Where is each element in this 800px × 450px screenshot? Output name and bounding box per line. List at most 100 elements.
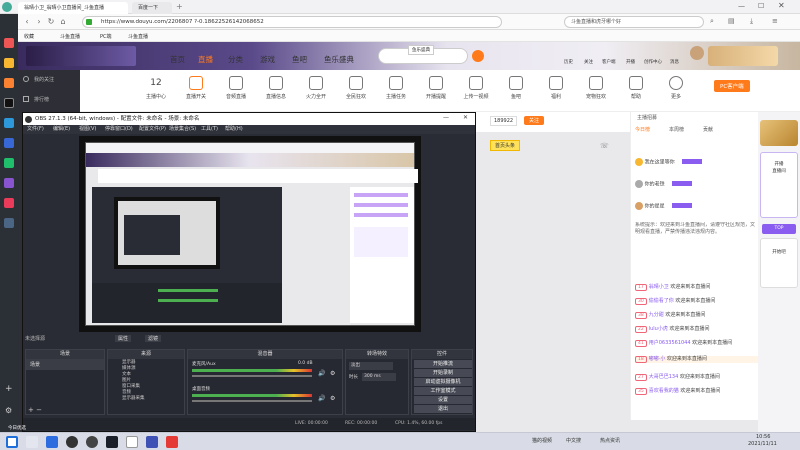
maximize-button[interactable]: ☐ [758, 2, 764, 10]
chat-user[interactable]: 喜欢看我的猫 [649, 388, 679, 394]
duration-input[interactable]: 300 ms [362, 373, 396, 381]
chat-user[interactable]: 偷偷看了你 [649, 298, 674, 304]
cat-item[interactable]: 宠物狂欢 [576, 76, 616, 100]
download-icon[interactable]: ⤓ [750, 17, 753, 26]
app-icon[interactable] [4, 58, 14, 68]
menu-profile[interactable]: 配置文件(P) [139, 125, 166, 134]
browser-logo-icon[interactable] [2, 2, 12, 12]
home-icon[interactable]: ⌂ [58, 17, 68, 27]
sidebar-item-rank[interactable]: 排行榜 [34, 96, 49, 103]
cat-item[interactable]: 更多 [656, 76, 696, 100]
cat-item[interactable]: 音频直播 [216, 76, 256, 100]
start-icon[interactable] [6, 436, 18, 448]
cat-item[interactable]: 开播提醒 [416, 76, 456, 100]
tab-baidu[interactable]: 百度一下 [132, 2, 172, 14]
source-item[interactable]: 显示器采集 [122, 396, 170, 402]
obs-app-icon[interactable] [66, 436, 78, 448]
obs-app-icon[interactable] [86, 436, 98, 448]
bookmark-item[interactable]: PC端 [100, 33, 112, 40]
close-button[interactable]: ✕ [778, 1, 785, 10]
bookmark-item[interactable]: 斗鱼直播 [128, 33, 148, 40]
chat-user[interactable]: 翁晴小卫 [649, 284, 669, 290]
follow-link[interactable]: 关注 [584, 59, 593, 65]
creator-link[interactable]: 创作中心 [644, 59, 662, 65]
app-icon[interactable] [4, 98, 14, 108]
bookmark-item[interactable]: 斗鱼直播 [60, 33, 80, 40]
menu-tools[interactable]: 工具(T) [201, 125, 218, 134]
chat-user[interactable]: 九分甜 [649, 312, 664, 318]
client-link[interactable]: 客户端 [602, 59, 616, 65]
promo-banner[interactable] [708, 46, 778, 66]
nav-category[interactable]: 分类 [228, 54, 243, 65]
menu-icon[interactable]: ≡ [772, 17, 778, 25]
douyu-app-icon[interactable] [166, 436, 178, 448]
speaker-icon[interactable]: 🔊 [318, 370, 325, 377]
nav-game[interactable]: 游戏 [260, 54, 275, 65]
gear-icon[interactable]: ⚙ [330, 370, 335, 377]
app-icon[interactable] [126, 436, 138, 448]
settings-icon[interactable]: ⚙ [5, 406, 12, 415]
cat-item[interactable]: 鱼吧 [496, 76, 536, 100]
exit-button[interactable]: 退出 [414, 405, 472, 413]
avatar[interactable] [690, 46, 704, 60]
douyu-logo-icon[interactable] [26, 46, 136, 66]
start-recording-button[interactable]: 开始录制 [414, 369, 472, 377]
tab-douyu[interactable]: 翁晴小卫_翁晴小卫直播间_斗鱼直播 [18, 2, 128, 14]
speaker-icon[interactable]: 🔊 [318, 395, 325, 402]
bookmark-item[interactable]: 收藏 [24, 33, 34, 40]
app-icon[interactable] [4, 178, 14, 188]
app-icon[interactable] [146, 436, 158, 448]
nav-yuba[interactable]: 鱼吧 [292, 54, 307, 65]
pc-client-button[interactable]: PC客户端 [714, 80, 750, 92]
minimize-button[interactable]: — [738, 2, 745, 10]
message-link[interactable]: 消息 [670, 59, 679, 65]
app-icon[interactable] [4, 118, 14, 128]
menu-edit[interactable]: 编辑(E) [53, 125, 70, 134]
scene-item[interactable]: 场景 [26, 359, 104, 370]
tray-item[interactable]: 中文搜 [566, 437, 581, 444]
tab-week[interactable]: 本周榜 [669, 126, 684, 133]
rank-row[interactable]: 我在这里等你 [635, 158, 759, 167]
studio-mode-button[interactable]: 工作室模式 [414, 387, 472, 395]
gear-icon[interactable]: ⚙ [330, 395, 335, 402]
menu-view[interactable]: 视图(V) [79, 125, 96, 134]
nav-live[interactable]: 直播 [198, 54, 213, 65]
cat-item[interactable]: 福利 [536, 76, 576, 100]
tray-item[interactable]: 热点资讯 [600, 437, 620, 444]
obs-close-button[interactable]: ✕ [463, 114, 468, 121]
volume-slider[interactable] [192, 375, 312, 377]
follow-button[interactable]: 关注 [524, 116, 545, 125]
cat-item[interactable]: 上传一视频 [456, 76, 496, 100]
live-link[interactable]: 开播 [626, 59, 635, 65]
history-link[interactable]: 历史 [564, 59, 573, 65]
cat-item[interactable]: 直播开关 [176, 76, 216, 100]
app-icon[interactable] [4, 158, 14, 168]
menu-help[interactable]: 帮助(H) [225, 125, 243, 134]
source-list[interactable]: 显示器 媒体源 文本 图片 窗口采集 音频 显示器采集 [108, 359, 184, 403]
menu-scene-collection[interactable]: 场景集合(S) [169, 125, 196, 134]
url-field[interactable]: https://www.douyu.com/2206807 ?-0.186225… [82, 16, 502, 28]
nav-festival[interactable]: 鱼乐盛典 [324, 54, 354, 65]
recruit-link[interactable]: 主播招募 [637, 114, 657, 121]
search-icon[interactable] [26, 436, 38, 448]
settings-button[interactable]: 设置 [414, 396, 472, 404]
search-icon[interactable] [472, 50, 484, 62]
nav-home[interactable]: 首页 [170, 54, 185, 65]
menu-dock[interactable]: 停靠窗口(D) [105, 125, 133, 134]
app-icon[interactable] [4, 218, 14, 228]
filters-button[interactable]: 滤镜 [145, 335, 162, 342]
app-icon[interactable] [4, 78, 14, 88]
chat-user[interactable]: 嘟嘟·小 [649, 356, 666, 362]
add-scene-button[interactable]: + − [28, 406, 42, 414]
crown-badge[interactable] [760, 120, 798, 146]
app-icon[interactable] [4, 38, 14, 48]
browser-icon[interactable] [46, 436, 58, 448]
search-icon[interactable]: ⌕ [710, 17, 714, 26]
ad-button[interactable]: TOP [762, 224, 796, 234]
cat-item[interactable]: 火力全开 [296, 76, 336, 100]
anchor-center[interactable]: 12 主播中心 [136, 76, 176, 100]
volume-slider[interactable] [192, 400, 312, 402]
start-streaming-button[interactable]: 开始推流 [414, 360, 472, 368]
phone-icon[interactable]: ☏ [600, 142, 609, 150]
add-icon[interactable]: + [5, 384, 13, 394]
